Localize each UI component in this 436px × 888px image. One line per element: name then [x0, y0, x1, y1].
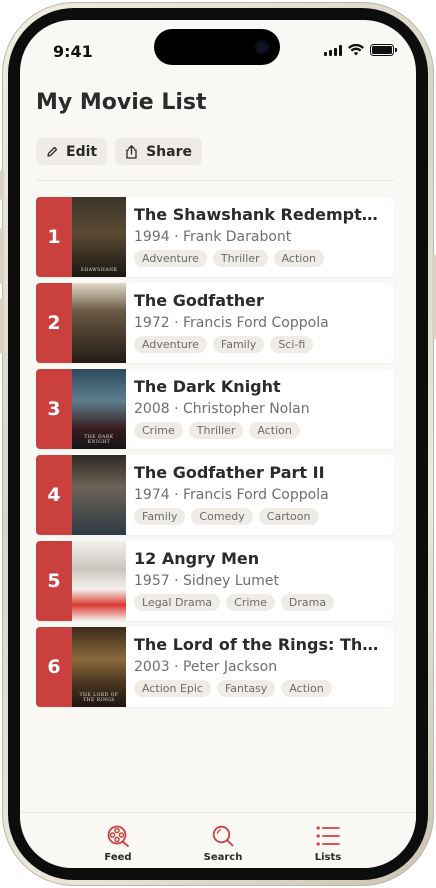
genre-tag: Action Epic — [134, 680, 211, 697]
movie-card[interactable]: 3 THE DARK KNIGHT The Dark Knight 2008 ·… — [36, 369, 394, 449]
edit-label: Edit — [66, 143, 98, 160]
genre-tags: Adventure Family Sci-fi — [134, 336, 394, 353]
genre-tag: Drama — [280, 594, 335, 611]
genre-tag: Sci-fi — [270, 336, 314, 353]
movie-title: The Shawshank Redemption — [134, 205, 390, 224]
movie-poster — [72, 541, 126, 621]
movie-meta: 1994 · Frank Darabont — [134, 229, 292, 245]
rank-badge: 5 — [36, 541, 72, 621]
list-icon — [316, 826, 340, 846]
poster-caption: THE DARK KNIGHT — [84, 435, 114, 445]
status-icons — [324, 44, 397, 56]
genre-tag: Action — [281, 680, 332, 697]
page-title: My Movie List — [36, 90, 207, 115]
genre-tag: Action — [249, 422, 300, 439]
movie-title: The Lord of the Rings: The Re... — [134, 635, 394, 654]
movie-meta: 1957 · Sidney Lumet — [134, 573, 280, 589]
battery-icon — [370, 44, 397, 56]
app-screen: 9:41 My Movie List Edit Share 1 SHAWSHAN… — [20, 20, 416, 868]
wifi-icon — [348, 44, 364, 56]
film-reel-icon — [107, 825, 129, 847]
dynamic-island — [154, 29, 280, 65]
movie-title: The Godfather — [134, 291, 264, 310]
movie-title: The Dark Knight — [134, 377, 281, 396]
rank-badge: 6 — [36, 627, 72, 707]
movie-poster: SHAWSHANK — [72, 197, 126, 277]
genre-tag: Thriller — [188, 422, 244, 439]
tab-bar: Feed Search Lists — [20, 812, 416, 868]
search-icon — [212, 825, 234, 847]
genre-tag: Legal Drama — [134, 594, 221, 611]
volume-up-button — [0, 228, 4, 284]
movie-title: 12 Angry Men — [134, 549, 260, 568]
power-button — [432, 254, 436, 340]
share-label: Share — [146, 143, 192, 160]
genre-tag: Family — [212, 336, 265, 353]
rank-badge: 1 — [36, 197, 72, 277]
genre-tag: Adventure — [134, 250, 207, 267]
genre-tag: Comedy — [191, 508, 253, 525]
rank-badge: 2 — [36, 283, 72, 363]
front-camera — [255, 40, 269, 54]
tab-lists-label: Lists — [314, 852, 342, 863]
rank-badge: 3 — [36, 369, 72, 449]
share-button[interactable]: Share — [115, 138, 202, 165]
movie-poster: THE LORD OF THE RINGS — [72, 627, 126, 707]
action-bar: Edit Share — [36, 138, 202, 165]
share-icon — [126, 144, 137, 159]
movie-card[interactable]: 2 The Godfather 1972 · Francis Ford Copp… — [36, 283, 394, 363]
rank-badge: 4 — [36, 455, 72, 535]
genre-tags: Family Comedy Cartoon — [134, 508, 394, 525]
genre-tags: Action Epic Fantasy Action — [134, 680, 394, 697]
movie-meta: 2008 · Christopher Nolan — [134, 401, 310, 417]
status-time: 9:41 — [53, 42, 93, 61]
pencil-icon — [47, 146, 58, 157]
header-divider — [36, 180, 394, 181]
genre-tag: Action — [273, 250, 325, 267]
genre-tag: Crime — [134, 422, 183, 439]
movie-title: The Godfather Part II — [134, 463, 325, 482]
tab-search-label: Search — [203, 852, 243, 863]
genre-tag: Thriller — [212, 250, 268, 267]
tab-feed-label: Feed — [104, 852, 132, 863]
edit-button[interactable]: Edit — [36, 138, 108, 165]
movie-meta: 2003 · Peter Jackson — [134, 659, 278, 675]
genre-tags: Adventure Thriller Action — [134, 250, 394, 267]
cellular-signal-icon — [324, 44, 342, 56]
movie-card[interactable]: 4 The Godfather Part II 1974 · Francis F… — [36, 455, 394, 535]
genre-tag: Crime — [226, 594, 275, 611]
genre-tags: Crime Thriller Action — [134, 422, 394, 439]
genre-tag: Cartoon — [258, 508, 319, 525]
movie-card[interactable]: 6 THE LORD OF THE RINGS The Lord of the … — [36, 627, 394, 707]
movie-list: 1 SHAWSHANK The Shawshank Redemption 199… — [36, 197, 394, 713]
genre-tag: Fantasy — [216, 680, 276, 697]
tab-search[interactable]: Search — [203, 813, 243, 868]
movie-poster — [72, 283, 126, 363]
poster-caption: SHAWSHANK — [80, 268, 118, 273]
genre-tags: Legal Drama Crime Drama — [134, 594, 394, 611]
movie-card[interactable]: 5 12 Angry Men 1957 · Sidney Lumet Legal… — [36, 541, 394, 621]
movie-poster: THE DARK KNIGHT — [72, 369, 126, 449]
tab-lists[interactable]: Lists — [308, 813, 348, 868]
genre-tag: Family — [134, 508, 186, 525]
movie-meta: 1972 · Francis Ford Coppola — [134, 315, 329, 331]
poster-caption: THE LORD OF THE RINGS — [79, 693, 119, 703]
tab-feed[interactable]: Feed — [98, 813, 138, 868]
movie-card[interactable]: 1 SHAWSHANK The Shawshank Redemption 199… — [36, 197, 394, 277]
volume-down-button — [0, 298, 4, 354]
genre-tag: Adventure — [134, 336, 207, 353]
movie-poster — [72, 455, 126, 535]
movie-meta: 1974 · Francis Ford Coppola — [134, 487, 329, 503]
silent-switch — [0, 170, 4, 200]
